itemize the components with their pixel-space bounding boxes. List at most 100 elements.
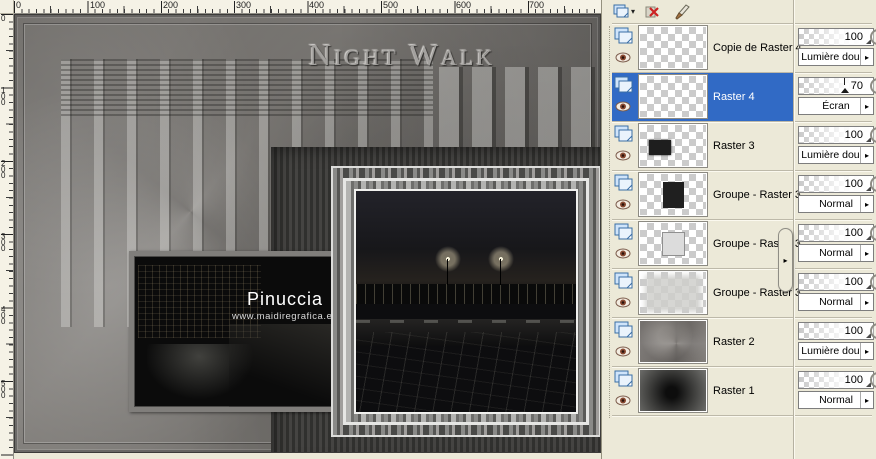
- layer-row[interactable]: Raster 1: [612, 367, 793, 415]
- layer-properties: 100 Normal ▸: [798, 273, 876, 317]
- layer-row[interactable]: Groupe - Raster 3: [612, 220, 801, 268]
- layer-thumbnail[interactable]: [638, 319, 708, 364]
- layer-pages-icon: [614, 321, 633, 338]
- layer-thumbnail[interactable]: [638, 25, 708, 70]
- opacity-value: 100: [844, 227, 863, 239]
- blend-mode-dropdown[interactable]: Normal ▸: [798, 293, 874, 311]
- visibility-eye-icon[interactable]: [615, 346, 631, 357]
- ruler-corner: [0, 0, 14, 14]
- layer-thumbnail[interactable]: [638, 123, 708, 168]
- opacity-value: 100: [844, 129, 863, 141]
- layer-row[interactable]: Copie de Raster 4: [612, 24, 802, 72]
- blend-mode-dropdown[interactable]: Normal ▸: [798, 244, 874, 262]
- layer-name: Raster 2: [713, 336, 755, 348]
- opacity-value: 100: [844, 276, 863, 288]
- dropdown-arrow-icon[interactable]: ▸: [860, 392, 873, 408]
- dropdown-arrow-icon[interactable]: ▸: [860, 98, 873, 114]
- artwork-title: Night Walk: [308, 37, 496, 72]
- brush-icon: [675, 4, 690, 20]
- new-layer-button[interactable]: ▾: [612, 2, 636, 22]
- small-photo-frame: Pinuccia www.maidiregrafica.eu: [129, 251, 351, 412]
- layer-pages-icon: [614, 370, 633, 387]
- blend-mode-dropdown[interactable]: Lumière douce ▸: [798, 342, 874, 360]
- ruler-label: 500: [1, 379, 6, 400]
- layer-row[interactable]: Raster 3: [612, 122, 793, 170]
- horizontal-ruler: 0 100 200 300 400 500 600 700: [14, 0, 601, 14]
- opacity-value: 100: [844, 178, 863, 190]
- image-canvas[interactable]: Night Walk Pinuccia www.maidiregrafica.e…: [14, 14, 601, 453]
- layer-pages-icon: [614, 223, 633, 240]
- panel-splitter-handle[interactable]: ▸: [778, 228, 793, 292]
- dropdown-caret-icon[interactable]: ▾: [631, 7, 635, 16]
- dropdown-arrow-icon[interactable]: ▸: [860, 245, 873, 261]
- visibility-eye-icon[interactable]: [615, 297, 631, 308]
- panel-divider: [793, 0, 795, 459]
- layer-pages-icon: [614, 174, 633, 191]
- new-layer-icon: [613, 4, 629, 18]
- layer-thumbnail[interactable]: [638, 270, 708, 315]
- layer-pages-icon: [614, 27, 633, 44]
- visibility-eye-icon[interactable]: [615, 395, 631, 406]
- layer-row[interactable]: Groupe - Raster 3: [612, 269, 801, 317]
- palette-gripper[interactable]: [609, 26, 610, 418]
- layer-thumbnail[interactable]: [638, 74, 708, 119]
- thumbnail-content: [640, 370, 706, 411]
- blend-mode-dropdown[interactable]: Lumière douce ▸: [798, 48, 874, 66]
- ruler-label: 100: [90, 0, 106, 10]
- opacity-value: 100: [844, 325, 863, 337]
- visibility-eye-icon[interactable]: [615, 101, 631, 112]
- layer-thumbnail[interactable]: [638, 368, 708, 413]
- visibility-eye-icon[interactable]: [615, 150, 631, 161]
- layer-row[interactable]: Groupe - Raster 3: [612, 171, 801, 219]
- visibility-eye-icon[interactable]: [615, 199, 631, 210]
- dropdown-arrow-icon[interactable]: ▸: [860, 294, 873, 310]
- dropdown-arrow-icon[interactable]: ▸: [860, 196, 873, 212]
- layer-thumbnail[interactable]: [638, 221, 708, 266]
- delete-layer-button[interactable]: [641, 2, 665, 22]
- opacity-slider[interactable]: 70: [798, 77, 874, 95]
- edit-brush-button[interactable]: [670, 2, 694, 22]
- dropdown-arrow-icon[interactable]: ▸: [860, 147, 873, 163]
- city-skyline: [356, 283, 576, 304]
- opacity-slider[interactable]: 100: [798, 371, 874, 389]
- dropdown-arrow-icon[interactable]: ▸: [860, 49, 873, 65]
- layer-row[interactable]: Raster 4: [612, 73, 793, 121]
- blend-mode-dropdown[interactable]: Normal ▸: [798, 195, 874, 213]
- opacity-slider[interactable]: 100: [798, 224, 874, 242]
- ruler-label: 400: [1, 305, 6, 326]
- blend-mode-dropdown[interactable]: Lumière douce ▸: [798, 146, 874, 164]
- dropdown-arrow-icon[interactable]: ▸: [860, 343, 873, 359]
- visibility-eye-icon[interactable]: [615, 248, 631, 259]
- frame-inner-band: [343, 178, 589, 425]
- night-plaza-photo: [354, 189, 578, 414]
- opacity-slider[interactable]: 100: [798, 126, 874, 144]
- layer-properties: 100 Normal ▸: [798, 371, 876, 415]
- layer-row[interactable]: Raster 2: [612, 318, 793, 366]
- blend-mode-dropdown[interactable]: Normal ▸: [798, 391, 874, 409]
- layer-pages-icon: [614, 125, 633, 142]
- ruler-label: 300: [236, 0, 252, 10]
- layer-pages-icon: [614, 272, 633, 289]
- pavement: [356, 332, 576, 412]
- opacity-slider[interactable]: 100: [798, 322, 874, 340]
- opacity-slider[interactable]: 100: [798, 28, 874, 46]
- large-photo-frame: [331, 166, 600, 437]
- opacity-value: 100: [844, 31, 863, 43]
- layer-name: Copie de Raster 4: [713, 42, 802, 54]
- opacity-slider[interactable]: 100: [798, 273, 874, 291]
- layer-thumbnail[interactable]: [638, 172, 708, 217]
- opacity-slider-thumb[interactable]: [841, 78, 850, 93]
- opacity-slider[interactable]: 100: [798, 175, 874, 193]
- blend-mode-value: Normal: [819, 247, 853, 259]
- layer-properties: 70 Écran ▸: [798, 77, 876, 121]
- opacity-value: 70: [850, 80, 863, 92]
- layers-toolbar: ▾: [612, 0, 694, 23]
- visibility-eye-icon[interactable]: [615, 52, 631, 63]
- layer-name: Raster 4: [713, 91, 755, 103]
- ruler-label: 300: [1, 232, 6, 253]
- blend-mode-dropdown[interactable]: Écran ▸: [798, 97, 874, 115]
- ruler-label: 200: [1, 159, 6, 180]
- website-text: www.maidiregrafica.eu: [231, 311, 339, 322]
- layer-properties: 100 Normal ▸: [798, 175, 876, 219]
- delete-layer-icon: [645, 6, 659, 17]
